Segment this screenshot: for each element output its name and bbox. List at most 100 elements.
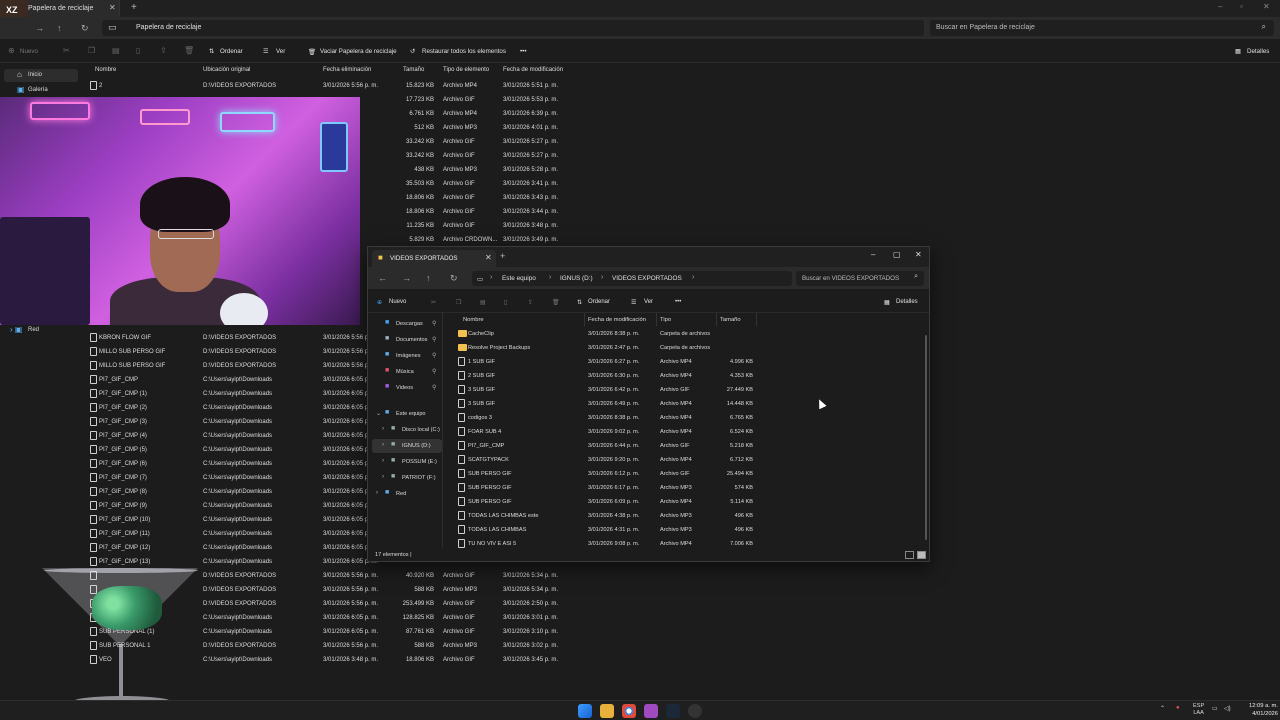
sidebar-item-inicio[interactable]: ⌂ Inicio <box>4 69 78 82</box>
language-indicator[interactable]: ESP LAA <box>1193 703 1204 717</box>
refresh-icon[interactable]: ↻ <box>450 273 458 284</box>
copy-icon[interactable]: ❐ <box>88 46 95 55</box>
empty-bin-button[interactable]: Vaciar Papelera de reciclaje <box>320 48 397 55</box>
forward-icon[interactable]: → <box>402 273 411 283</box>
delete-icon[interactable]: 🗑 <box>184 46 194 55</box>
file-explorer-icon[interactable] <box>600 704 614 718</box>
col-header-location[interactable]: Ubicación original <box>203 67 250 73</box>
view-button[interactable]: Ver <box>644 299 653 305</box>
column-separator[interactable] <box>656 313 657 326</box>
cut-icon[interactable]: ✂ <box>63 46 70 55</box>
file-row[interactable]: FOAR SUB 4 3/01/2026 9:02 p. m. Archivo MP… <box>454 425 854 439</box>
col-header-type[interactable]: Tipo de elemento <box>443 67 489 73</box>
sidebar-item-documentos[interactable]: ■ Documentos ⚲ <box>372 333 442 347</box>
file-row[interactable]: PI7_GIF_CMP 3/01/2026 6:44 p. m. Archivo G… <box>454 439 854 453</box>
rename-icon[interactable]: ▯ <box>136 46 140 55</box>
discord-icon[interactable] <box>644 704 658 718</box>
chevron-up-icon[interactable]: ⌃ <box>1160 705 1165 712</box>
sidebar-item-im-genes[interactable]: ■ Imágenes ⚲ <box>372 349 442 363</box>
tab-videos-exportados[interactable]: ■ VIDEOS EXPORTADOS ✕ <box>372 250 496 267</box>
more-options-button[interactable]: ••• <box>675 299 681 305</box>
new-tab-icon[interactable]: + <box>500 251 505 261</box>
file-row[interactable]: codigos 3 3/01/2026 8:38 p. m. Archivo MP4… <box>454 411 854 425</box>
sidebar-item-ignus-d[interactable]: › ■ IGNUS (D:) <box>372 439 442 453</box>
sidebar-item-galeria[interactable]: ▣ Galería <box>4 84 78 97</box>
share-icon[interactable]: ⇪ <box>528 299 533 306</box>
up-icon[interactable]: ↑ <box>57 23 62 33</box>
microphone-icon[interactable]: ● <box>1176 705 1180 711</box>
search-input[interactable]: Buscar en VIDEOS EXPORTADOS ⌕ <box>796 271 924 286</box>
refresh-icon[interactable]: ↻ <box>81 23 89 34</box>
sidebar-item-red[interactable]: › ■ Red <box>372 487 442 501</box>
search-input[interactable]: Buscar en Papelera de reciclaje ⌕ <box>930 20 1274 36</box>
sort-button[interactable]: Ordenar <box>588 299 610 305</box>
crumb-folder[interactable]: VIDEOS EXPORTADOS <box>612 275 682 282</box>
minimize-icon[interactable]: – <box>871 250 875 259</box>
cut-icon[interactable]: ✂ <box>431 299 436 306</box>
file-row[interactable]: 3 SUB GIF 3/01/2026 6:42 p. m. Archivo GIF… <box>454 383 854 397</box>
crumb-this-pc[interactable]: Este equipo <box>502 275 536 282</box>
column-separator[interactable] <box>756 313 757 326</box>
close-window-icon[interactable]: ✕ <box>915 250 922 259</box>
file-row[interactable]: SUB PERSO GIF 3/01/2026 6:12 p. m. Archivo… <box>454 467 854 481</box>
folder-row[interactable]: CacheClip 3/01/2026 8:38 p. m. Carpeta de … <box>454 327 854 341</box>
maximize-icon[interactable]: ▢ <box>893 250 901 259</box>
close-tab-icon[interactable]: ✕ <box>485 253 492 262</box>
breadcrumb[interactable]: ▭ › Este equipo › IGNUS (D:) › VIDEOS EX… <box>472 271 792 286</box>
share-icon[interactable]: ⇪ <box>160 46 167 55</box>
volume-icon[interactable]: ◁) <box>1224 705 1231 712</box>
col-header-deleted[interactable]: Fecha eliminación <box>323 67 371 73</box>
col-header-modified[interactable]: Fecha de modificación <box>503 67 563 73</box>
tiles-view-toggle[interactable] <box>917 551 926 559</box>
col-header-size[interactable]: Tamaño <box>403 67 424 73</box>
view-button[interactable]: Ver <box>276 48 285 55</box>
table-row[interactable]: 2 D:\VIDEOS EXPORTADOS 3/01/2026 5:56 p. m… <box>88 79 568 93</box>
sidebar-item-videos[interactable]: ■ Videos ⚲ <box>372 381 442 395</box>
minimize-icon[interactable]: – <box>1218 2 1222 11</box>
address-field[interactable]: ▭ Papelera de reciclaje <box>102 20 924 36</box>
up-icon[interactable]: ↑ <box>426 273 431 283</box>
column-separator[interactable] <box>716 313 717 326</box>
sort-button[interactable]: Ordenar <box>220 48 243 55</box>
restore-all-button[interactable]: Restaurar todos los elementos <box>422 48 506 55</box>
more-options-button[interactable]: ••• <box>520 48 527 55</box>
copy-icon[interactable]: ❐ <box>456 299 461 306</box>
file-row[interactable]: TODAS LAS CHIMBAS este 3/01/2026 4:38 p. … <box>454 509 854 523</box>
new-button[interactable]: Nuevo <box>20 48 38 55</box>
sidebar-item-possum-e[interactable]: › ■ POSSUM (E:) <box>372 455 442 469</box>
scrollbar[interactable] <box>925 335 927 540</box>
chrome-icon[interactable] <box>622 704 636 718</box>
file-row[interactable]: 3 SUB GIF 3/01/2026 6:49 p. m. Archivo MP4… <box>454 397 854 411</box>
column-separator[interactable] <box>584 313 585 326</box>
details-view-toggle[interactable] <box>905 551 914 559</box>
file-row[interactable]: 1 SUB GIF 3/01/2026 6:27 p. m. Archivo MP4… <box>454 355 854 369</box>
steam-icon[interactable] <box>666 704 680 718</box>
crumb-drive[interactable]: IGNUS (D:) <box>560 275 593 282</box>
col-header-type[interactable]: Tipo <box>660 317 671 323</box>
folder-row[interactable]: Resolve Project Backups 3/01/2026 2:47 p.… <box>454 341 854 355</box>
forward-icon[interactable]: → <box>35 23 44 33</box>
col-header-modified[interactable]: Fecha de modificación <box>588 317 646 323</box>
sidebar-item-red[interactable]: › ▣ Red <box>4 324 78 337</box>
new-button[interactable]: Nuevo <box>389 299 406 305</box>
close-tab-icon[interactable]: ✕ <box>109 3 116 12</box>
details-button[interactable]: Detalles <box>896 299 918 305</box>
sidebar-item-patriot-f[interactable]: › ■ PATRIOT (F:) <box>372 471 442 485</box>
paste-icon[interactable]: ▤ <box>480 299 486 306</box>
new-tab-icon[interactable]: + <box>131 2 137 13</box>
sidebar-item-disco-local-c[interactable]: › ■ Disco local (C:) <box>372 423 442 437</box>
obs-icon[interactable] <box>688 704 702 718</box>
col-header-name[interactable]: Nombre <box>463 317 484 323</box>
sidebar-item-m-sica[interactable]: ■ Música ⚲ <box>372 365 442 379</box>
back-icon[interactable]: ← <box>378 273 387 283</box>
file-row[interactable]: TODAS LAS CHIMBAS 3/01/2026 4:31 p. m. Arc… <box>454 523 854 537</box>
col-header-name[interactable]: Nombre <box>95 67 116 73</box>
close-window-icon[interactable]: ✕ <box>1263 2 1270 11</box>
col-header-size[interactable]: Tamaño <box>720 317 741 323</box>
sidebar-item-este-equipo[interactable]: ⌄ ■ Este equipo <box>372 407 442 421</box>
system-clock[interactable]: 12:09 a. m. 4/01/2026 <box>1236 702 1278 718</box>
details-button[interactable]: Detalles <box>1247 48 1269 55</box>
rename-icon[interactable]: ▯ <box>504 299 507 306</box>
file-row[interactable]: SCATGTYPACK 3/01/2026 9:20 p. m. Archivo M… <box>454 453 854 467</box>
paste-icon[interactable]: ▤ <box>112 46 120 55</box>
